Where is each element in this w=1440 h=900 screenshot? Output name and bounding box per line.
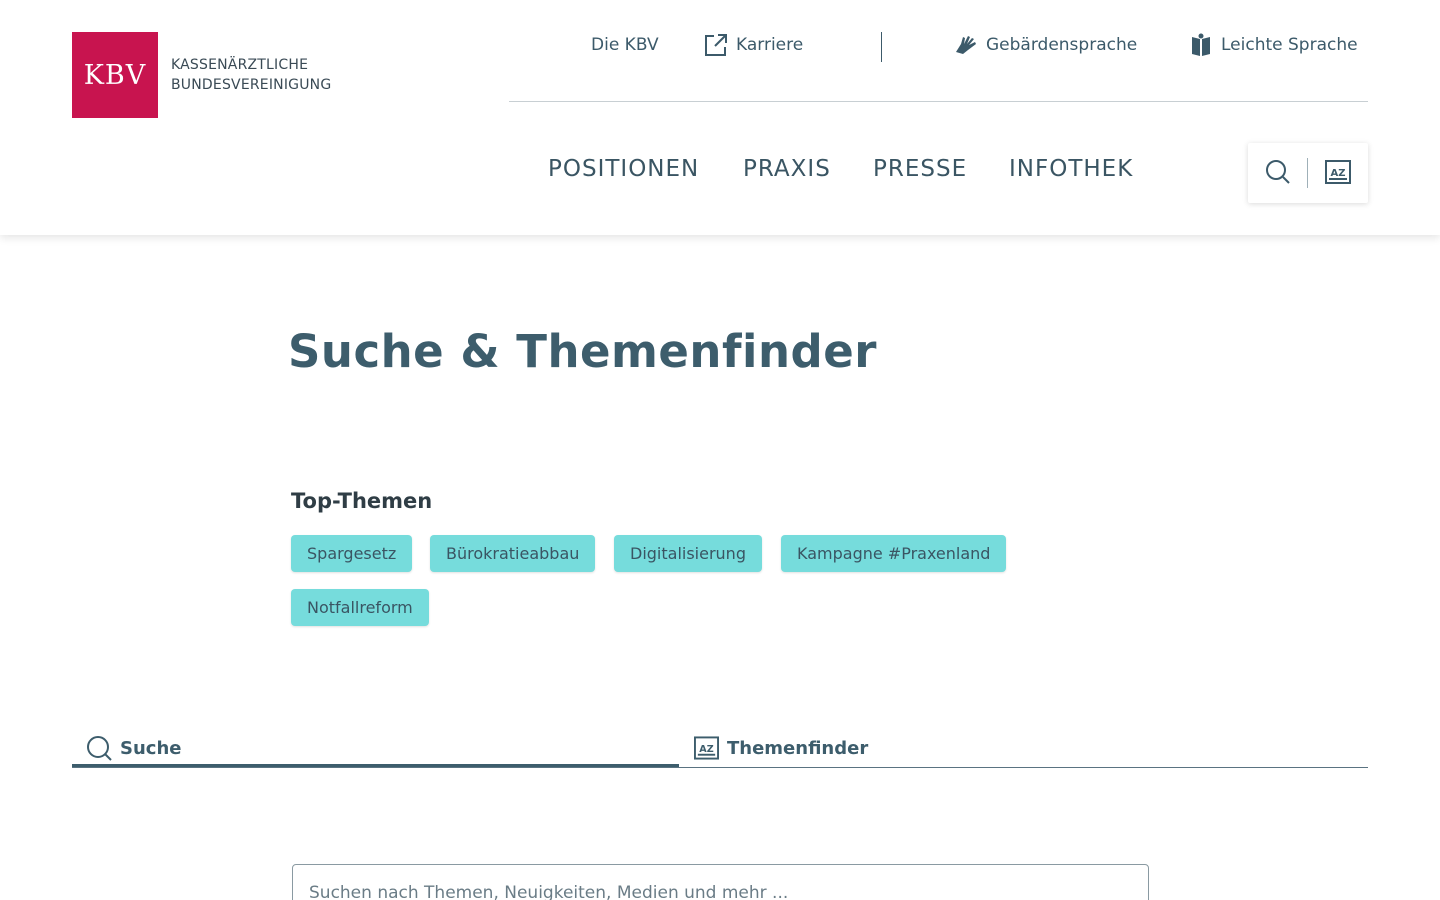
service-link-karriere-label: Karriere (736, 35, 804, 55)
tab-suche-label: Suche (120, 737, 182, 759)
kbv-logo-wordmark: KASSENÄRZTLICHE BUNDESVEREINIGUNG (171, 55, 331, 95)
search-input[interactable] (309, 883, 1129, 900)
search-field-container (292, 864, 1149, 900)
main-nav-infothek[interactable]: INFOTHEK (1009, 156, 1133, 182)
sign-language-icon (953, 32, 979, 58)
az-index-icon: AZ (694, 736, 719, 760)
logo-line-1: KASSENÄRZTLICHE (171, 57, 309, 73)
tab-themenfinder[interactable]: AZ Themenfinder (694, 728, 868, 768)
service-nav-divider (881, 32, 882, 62)
external-link-icon (703, 32, 729, 58)
header-divider-line (509, 101, 1368, 102)
search-icon (86, 735, 112, 761)
topic-chip-digitalisierung[interactable]: Digitalisierung (614, 535, 762, 572)
kbv-logo-link[interactable]: KBV KASSENÄRZTLICHE BUNDESVEREINIGUNG (72, 32, 331, 118)
service-link-gebaerdensprache[interactable]: Gebärdensprache (953, 30, 1137, 60)
kbv-logo-mark: KBV (72, 32, 158, 118)
service-link-leichte-sprache[interactable]: Leichte Sprache (1188, 30, 1358, 60)
search-icon (1265, 159, 1291, 188)
tab-suche[interactable]: Suche (86, 728, 181, 768)
header-tools: AZ (1248, 143, 1368, 203)
service-link-die-kbv-label: Die KBV (591, 35, 659, 55)
service-link-gebaerdensprache-label: Gebärdensprache (986, 35, 1138, 55)
page-title: Suche & Themenfinder (288, 325, 877, 378)
svg-text:AZ: AZ (699, 744, 713, 755)
top-themen-heading: Top-Themen (291, 489, 433, 513)
header-az-index-button[interactable]: AZ (1308, 143, 1367, 203)
topic-chip-notfallreform[interactable]: Notfallreform (291, 589, 429, 626)
site-header: KBV KASSENÄRZTLICHE BUNDESVEREINIGUNG Di… (0, 0, 1440, 235)
az-index-icon: AZ (1324, 159, 1351, 187)
main-nav-presse[interactable]: PRESSE (873, 156, 967, 182)
topic-chip-buerokratieabbau[interactable]: Bürokratieabbau (430, 535, 596, 572)
service-link-leichte-sprache-label: Leichte Sprache (1221, 35, 1358, 55)
topic-chip-spargesetz[interactable]: Spargesetz (291, 535, 413, 572)
main-nav-positionen[interactable]: POSITIONEN (548, 156, 699, 182)
header-search-button[interactable] (1248, 143, 1307, 203)
logo-line-2: BUNDESVEREINIGUNG (171, 77, 332, 93)
service-link-karriere[interactable]: Karriere (703, 30, 803, 60)
tab-themenfinder-label: Themenfinder (727, 737, 869, 759)
service-link-die-kbv[interactable]: Die KBV (591, 30, 659, 60)
svg-text:AZ: AZ (1330, 168, 1345, 179)
easy-language-book-icon (1188, 32, 1214, 58)
topic-chip-kampagne-praxenland[interactable]: Kampagne #Praxenland (781, 535, 1007, 572)
main-nav-praxis[interactable]: PRAXIS (743, 156, 831, 182)
